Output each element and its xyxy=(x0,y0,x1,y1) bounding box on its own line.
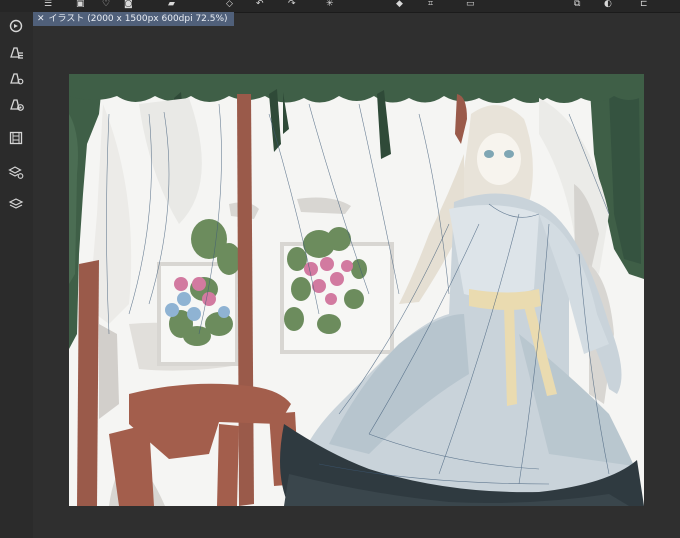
transform-icon[interactable]: ⌗ xyxy=(428,0,433,9)
layers-icon[interactable] xyxy=(6,194,26,214)
illustration-artwork xyxy=(69,74,644,506)
document-tab[interactable]: ✕ イラスト (2000 x 1500px 600dpi 72.5%) xyxy=(33,12,234,26)
undo-icon[interactable]: ↶ xyxy=(256,0,264,9)
pen-icon[interactable]: ◙ xyxy=(124,0,133,9)
fill-icon[interactable]: ◆ xyxy=(396,0,403,9)
copy-icon[interactable]: ⧉ xyxy=(574,0,580,9)
check-icon[interactable]: ♡ xyxy=(102,0,110,9)
rotate-icon[interactable]: ◐ xyxy=(604,0,612,9)
document-tab-title: イラスト (2000 x 1500px 600dpi 72.5%) xyxy=(48,14,228,24)
menu-icon[interactable]: ☰ xyxy=(44,0,52,9)
illustration-canvas[interactable] xyxy=(69,74,644,506)
redo-icon[interactable]: ↷ xyxy=(288,0,296,9)
film-icon[interactable] xyxy=(6,128,26,148)
navigator-icon[interactable] xyxy=(6,16,26,36)
check-icon[interactable]: ◇ xyxy=(226,0,233,9)
tool-property-icon[interactable] xyxy=(6,68,26,88)
fill-icon[interactable]: ▰ xyxy=(168,0,175,9)
split-icon[interactable]: ⊏ xyxy=(640,0,648,9)
brightness-icon[interactable]: ✳ xyxy=(326,0,334,9)
brush-settings-icon[interactable] xyxy=(6,42,26,62)
left-toolbar xyxy=(0,12,34,538)
save-icon[interactable]: ▣ xyxy=(76,0,85,9)
crop-icon[interactable]: ▭ xyxy=(466,0,475,9)
layer-property-icon[interactable] xyxy=(6,162,26,182)
sub-tool-icon[interactable] xyxy=(6,94,26,114)
close-icon[interactable]: ✕ xyxy=(37,12,45,26)
